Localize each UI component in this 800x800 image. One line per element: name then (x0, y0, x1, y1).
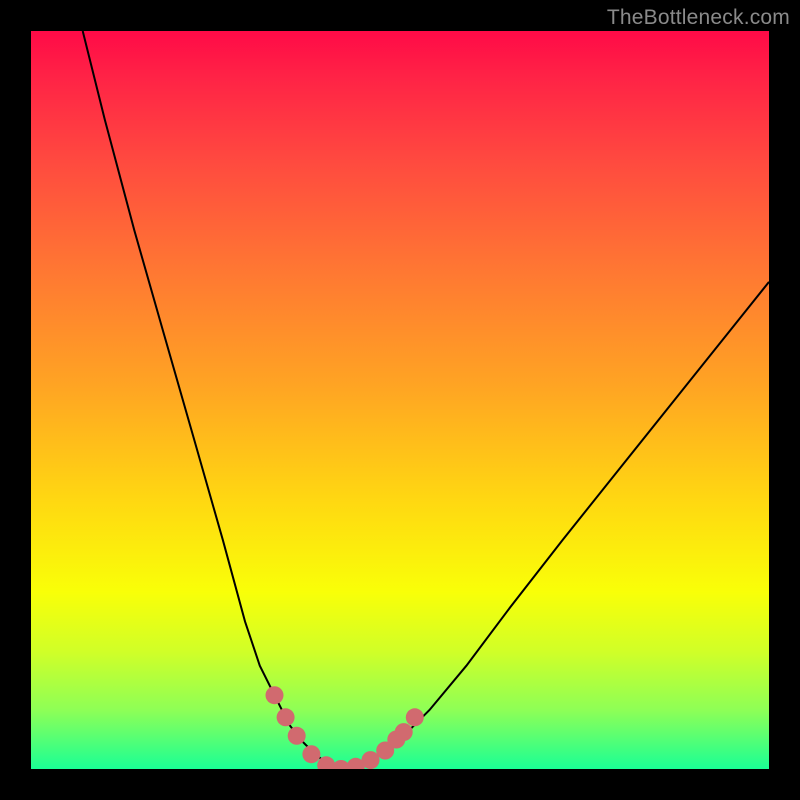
chart-svg (31, 31, 769, 769)
right-curve (345, 282, 769, 769)
left-curve (83, 31, 345, 769)
marker-point (406, 708, 424, 726)
marker-point (362, 751, 380, 769)
chart-frame: TheBottleneck.com (0, 0, 800, 800)
marker-group (266, 686, 424, 769)
marker-point (266, 686, 284, 704)
watermark-text: TheBottleneck.com (607, 6, 790, 30)
marker-point (302, 745, 320, 763)
marker-point (395, 723, 413, 741)
marker-point (288, 727, 306, 745)
plot-area (31, 31, 769, 769)
marker-point (277, 708, 295, 726)
